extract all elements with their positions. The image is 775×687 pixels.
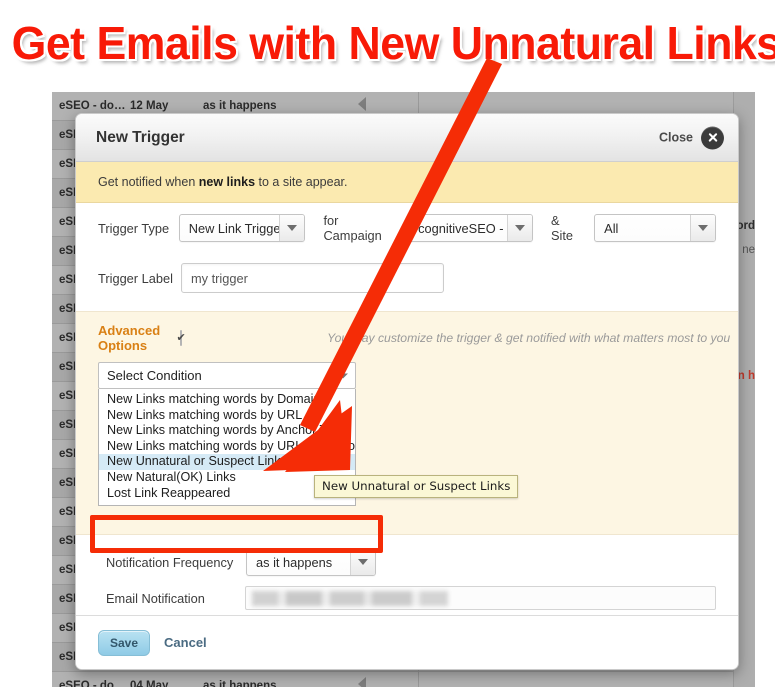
- background-fragment-secondary: ne: [742, 244, 755, 256]
- email-notification-input[interactable]: [245, 586, 716, 611]
- row-flag-cell: [358, 677, 418, 687]
- dialog-header: New Trigger Close: [76, 114, 738, 162]
- redacted-email-value: [252, 591, 449, 607]
- chevron-down-icon[interactable]: [506, 215, 532, 241]
- row-campaign-name: eSEO - do…: [59, 100, 126, 112]
- trigger-label-input[interactable]: my trigger: [181, 263, 444, 293]
- email-notification-row: Email Notification: [98, 581, 716, 615]
- trigger-type-value: New Link Trigger: [188, 220, 285, 236]
- cancel-button[interactable]: Cancel: [164, 635, 207, 650]
- condition-option[interactable]: New Links matching words by URL: [99, 408, 355, 424]
- advanced-options-section: Advanced Options You may customize the t…: [76, 311, 738, 536]
- advanced-options-title: Advanced Options: [98, 323, 161, 353]
- advanced-options-hint: You may customize the trigger & get noti…: [327, 331, 731, 345]
- campaign-label: for Campaign: [323, 213, 382, 243]
- flag-icon: [358, 97, 373, 112]
- chevron-down-icon[interactable]: [350, 549, 375, 576]
- condition-select[interactable]: Select Condition: [98, 362, 356, 389]
- form-area: Trigger Type New Link Trigger for Campai…: [76, 203, 738, 303]
- dialog-title: New Trigger: [96, 128, 185, 146]
- background-fragment-highlight: n h: [737, 370, 755, 382]
- trigger-type-label: Trigger Type: [98, 220, 170, 236]
- row-frequency: as it happens: [203, 100, 277, 112]
- trigger-label-row: Trigger Label my trigger: [98, 253, 716, 303]
- site-value: All: [604, 220, 619, 236]
- close-control[interactable]: Close: [659, 126, 724, 149]
- notice-suffix: to a site appear.: [255, 175, 348, 189]
- notification-frequency-value: as it happens: [256, 554, 333, 570]
- new-trigger-dialog: New Trigger Close Get notified when new …: [75, 113, 739, 670]
- notification-frequency-label: Notification Frequency: [106, 554, 234, 570]
- chevron-down-icon[interactable]: [279, 215, 305, 241]
- background-fragment-keyword: ord: [736, 220, 755, 232]
- condition-option[interactable]: New Links matching words by Domain: [99, 392, 355, 408]
- save-button[interactable]: Save: [98, 629, 151, 656]
- condition-select-value: Select Condition: [107, 368, 202, 383]
- table-row[interactable]: eSEO - do… 04 May as it happens: [52, 672, 755, 687]
- trigger-label-label: Trigger Label: [98, 270, 173, 286]
- notice-prefix: Get notified when: [98, 175, 199, 189]
- chevron-down-icon[interactable]: [338, 373, 348, 378]
- trigger-type-select[interactable]: New Link Trigger: [178, 214, 306, 242]
- flag-icon: [358, 677, 373, 687]
- notice-bold: new links: [198, 175, 256, 189]
- email-notification-label: Email Notification: [106, 590, 205, 606]
- page-title: Get Emails with New Unnatural Links: [11, 17, 775, 69]
- notification-frequency-select[interactable]: as it happens: [246, 548, 376, 577]
- close-label[interactable]: Close: [659, 131, 693, 145]
- site-select[interactable]: All: [594, 214, 717, 242]
- notification-frequency-row: Notification Frequency as it happens: [98, 543, 716, 581]
- screenshot-root: Get Emails with New Unnatural Links eSEO…: [0, 0, 775, 687]
- row-remainder: [418, 672, 755, 687]
- row-date: 12 May: [130, 100, 169, 112]
- dialog-footer: Save Cancel: [76, 615, 738, 669]
- condition-option[interactable]: New Links matching words by URL or Ancho…: [99, 439, 355, 455]
- advanced-options-header: Advanced Options You may customize the t…: [98, 322, 730, 354]
- row-campaign-name: eSEO - do…: [59, 680, 126, 687]
- advanced-options-checkbox[interactable]: [180, 330, 183, 346]
- option-tooltip: New Unnatural or Suspect Links: [314, 475, 519, 498]
- condition-option[interactable]: New Unnatural or Suspect Links: [99, 454, 355, 470]
- campaign-select[interactable]: cognitiveSEO - d…: [408, 214, 533, 242]
- notice-banner: Get notified when new links to a site ap…: [76, 162, 738, 203]
- condition-option[interactable]: New Links matching words by Anchor Text: [99, 423, 355, 439]
- chevron-down-icon[interactable]: [690, 215, 716, 241]
- row-date: 04 May: [130, 680, 169, 687]
- close-icon[interactable]: [701, 126, 724, 149]
- trigger-type-row: Trigger Type New Link Trigger for Campai…: [98, 203, 717, 253]
- site-label: & Site: [550, 213, 573, 243]
- row-frequency: as it happens: [203, 680, 277, 687]
